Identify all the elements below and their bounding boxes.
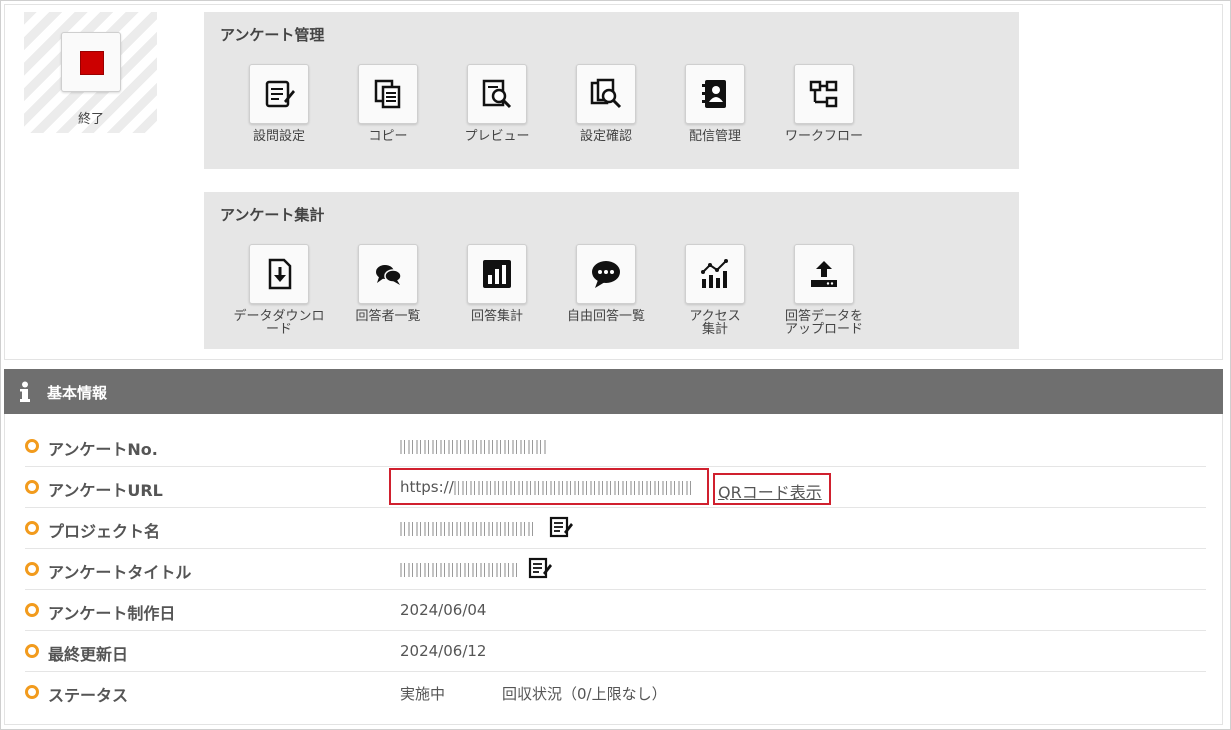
access-chart-icon: [685, 244, 745, 304]
info-row-updated-date: 最終更新日 2024/06/12: [25, 631, 1206, 672]
tool-label: コピー: [368, 129, 408, 144]
tool-data-download[interactable]: データダウンロ ード: [224, 244, 334, 336]
updated-date-value: 2024/06/12: [400, 642, 487, 660]
edit-icon[interactable]: [549, 515, 573, 539]
tool-label: 配信管理: [688, 129, 741, 144]
created-date-value: 2024/06/04: [400, 601, 487, 619]
download-icon: [249, 244, 309, 304]
info-key: プロジェクト名: [48, 522, 161, 541]
basic-info-body: アンケートNo. アンケートURL https:// プロジェクト名 アンケート…: [4, 414, 1223, 725]
redacted-value: [400, 439, 546, 454]
tool-workflow[interactable]: ワークフロー: [769, 64, 879, 143]
bullet-icon: [25, 480, 39, 494]
bullet-icon: [25, 439, 39, 453]
question-settings-icon: [249, 64, 309, 124]
stop-icon: [80, 51, 104, 75]
status-value: 実施中: [400, 685, 446, 703]
respondents-icon: [358, 244, 418, 304]
info-icon: [20, 381, 30, 402]
settings-check-icon: [576, 64, 636, 124]
info-row-status: ステータス 実施中 回収状況（0/上限なし）: [25, 672, 1206, 713]
tool-free-answers[interactable]: 自由回答一覧: [551, 244, 661, 323]
bullet-icon: [25, 685, 39, 699]
survey-title-value: [400, 560, 520, 578]
info-key: アンケートタイトル: [48, 563, 192, 582]
info-row-project-name: プロジェクト名: [25, 508, 1206, 549]
stop-button[interactable]: [61, 32, 121, 92]
survey-management-title: アンケート管理: [220, 26, 325, 44]
tool-answer-aggregate[interactable]: 回答集計: [442, 244, 552, 323]
info-key: アンケートURL: [48, 481, 163, 500]
tool-label: 回答集計: [470, 309, 523, 324]
survey-no-value: [400, 437, 546, 455]
delivery-icon: [685, 64, 745, 124]
bullet-icon: [25, 644, 39, 658]
stop-label: 終了: [77, 112, 104, 127]
tool-upload-answers[interactable]: 回答データを アップロード: [769, 244, 879, 336]
qr-code-link[interactable]: QRコード表示: [718, 479, 822, 503]
tool-access-aggregate[interactable]: アクセス 集計: [660, 244, 770, 336]
redacted-value: [400, 562, 520, 577]
info-key: アンケート制作日: [48, 604, 176, 623]
tool-settings-check[interactable]: 設定確認: [551, 64, 661, 143]
bar-chart-icon: [467, 244, 527, 304]
info-row-survey-no: アンケートNo.: [25, 426, 1206, 467]
survey-aggregation-group: アンケート集計 データダウンロ ード 回答者一覧 回答集計 自由回答一覧 アクセ…: [204, 192, 1019, 349]
survey-aggregation-title: アンケート集計: [220, 206, 325, 224]
copy-icon: [358, 64, 418, 124]
upload-icon: [794, 244, 854, 304]
qr-highlight-box: QRコード表示: [713, 473, 831, 505]
tool-preview[interactable]: プレビュー: [442, 64, 552, 143]
tool-label: 自由回答一覧: [566, 309, 645, 324]
tool-label: 設問設定: [252, 129, 305, 144]
tool-label: プレビュー: [464, 129, 530, 144]
stop-area: 終了: [24, 12, 157, 133]
basic-info-header: 基本情報: [4, 369, 1223, 414]
tool-label: 回答者一覧: [355, 309, 421, 324]
info-row-created-date: アンケート制作日 2024/06/04: [25, 590, 1206, 631]
bullet-icon: [25, 521, 39, 535]
tool-respondents[interactable]: 回答者一覧: [333, 244, 443, 323]
tool-label-line2: アップロード: [784, 322, 863, 337]
tool-delivery[interactable]: 配信管理: [660, 64, 770, 143]
info-key: 最終更新日: [48, 645, 129, 664]
collection-status: 回収状況（0/上限なし）: [502, 685, 667, 703]
tool-copy[interactable]: コピー: [333, 64, 443, 143]
tool-label-line2: ード: [265, 322, 292, 337]
preview-icon: [467, 64, 527, 124]
redacted-value: [400, 521, 536, 536]
tool-question-settings[interactable]: 設問設定: [224, 64, 334, 143]
info-key: ステータス: [48, 686, 129, 705]
basic-info-title: 基本情報: [47, 384, 108, 402]
tool-label: 設定確認: [579, 129, 632, 144]
bullet-icon: [25, 562, 39, 576]
workflow-icon: [794, 64, 854, 124]
bullet-icon: [25, 603, 39, 617]
project-name-value: [400, 519, 536, 537]
speech-bubble-icon: [576, 244, 636, 304]
info-row-survey-title: アンケートタイトル: [25, 549, 1206, 590]
tool-label-line2: 集計: [701, 322, 728, 337]
url-highlight-box: [389, 468, 709, 505]
info-key: アンケートNo.: [48, 440, 158, 459]
tool-label: ワークフロー: [784, 129, 863, 144]
edit-icon[interactable]: [528, 556, 552, 580]
survey-management-group: アンケート管理 設問設定 コピー プレビュー 設定確認 配信管理 ワークフロー: [204, 12, 1019, 169]
